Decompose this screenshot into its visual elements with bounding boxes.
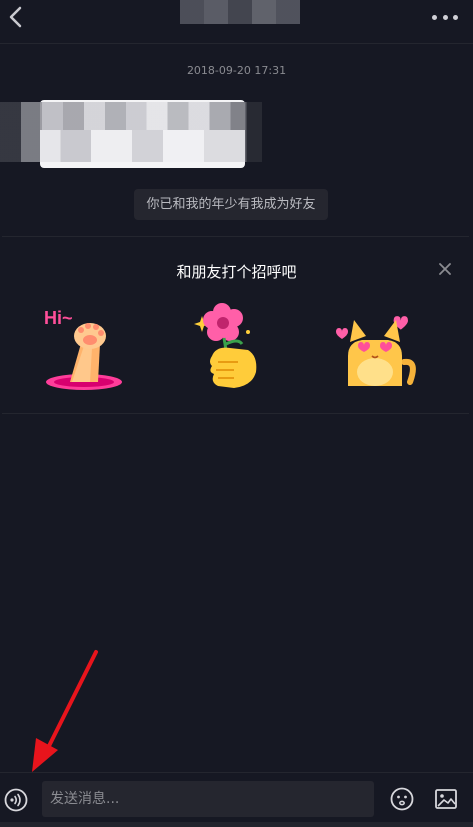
message-timestamp: 2018-09-20 17:31	[186, 64, 287, 77]
more-dots-icon	[432, 14, 437, 20]
image-icon	[435, 789, 457, 809]
emoji-button[interactable]	[390, 787, 414, 811]
divider	[2, 413, 469, 414]
sticker-text: Hi~	[44, 308, 73, 328]
redacted-message	[0, 100, 262, 170]
friend-added-note: 你已和我的年少有我成为好友	[134, 189, 328, 220]
close-icon	[439, 263, 451, 275]
chat-header	[0, 0, 473, 44]
more-dot	[442, 14, 448, 20]
annotation-arrow	[32, 650, 98, 772]
back-button[interactable]	[4, 4, 26, 30]
voice-button[interactable]	[4, 788, 28, 812]
love-cat-sticker[interactable]	[332, 302, 422, 392]
more-button[interactable]	[432, 10, 458, 24]
more-dot	[453, 14, 458, 20]
chevron-left-icon	[9, 6, 22, 28]
message-input[interactable]	[42, 781, 374, 817]
greeting-close-button[interactable]	[436, 260, 454, 278]
contact-name-redacted	[180, 0, 300, 24]
bottom-strip	[0, 822, 473, 827]
flower-hand-sticker[interactable]	[190, 302, 280, 392]
greeting-title: 和朋友打个招呼吧	[176, 263, 297, 281]
hi-paw-sticker[interactable]: Hi~	[40, 302, 130, 392]
voice-icon	[4, 788, 28, 812]
image-button[interactable]	[434, 788, 458, 810]
redacted-pixels	[40, 130, 245, 162]
emoji-icon	[390, 787, 414, 811]
divider	[2, 236, 469, 237]
